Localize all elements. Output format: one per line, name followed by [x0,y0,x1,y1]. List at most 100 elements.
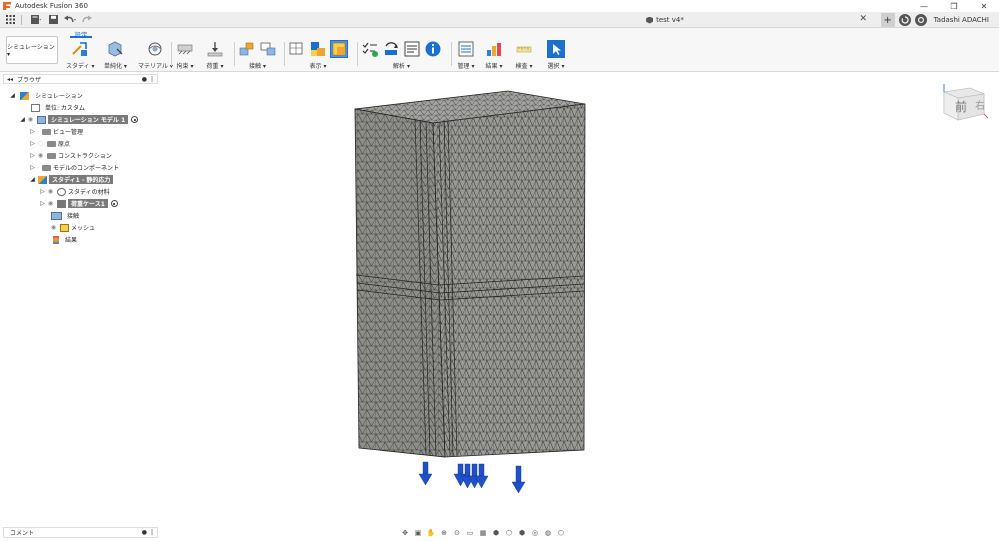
section-icon[interactable]: ◎ [530,528,540,538]
tree-label: コンストラクション [58,153,112,160]
simplify-label: 単純化 ▾ [104,63,127,70]
user-name[interactable]: Tadashi ADACHI [934,16,989,24]
inspect-group[interactable]: 検査 ▾ [515,38,533,70]
undo-icon[interactable] [63,13,77,27]
visibility-eye-icon[interactable]: ◉ [36,152,45,159]
select-group[interactable]: 選択 ▾ [547,38,565,70]
visibility-eye-icon[interactable]: ◉ [46,200,55,207]
results-group[interactable]: 結果 ▾ [485,38,503,70]
loads-group[interactable]: 荷重 ▾ [206,38,224,70]
browser-header[interactable]: ◂◂ ブラウザ ● | [3,74,158,84]
tree-root-simulation[interactable]: ◢ シミュレーション [9,90,83,101]
folder-icon [42,164,51,171]
expanded-arrow-icon[interactable]: ◢ [19,116,26,123]
select-label: 選択 ▾ [547,63,565,70]
collapsed-arrow-icon[interactable]: ▷ [29,128,36,135]
contacts-group[interactable]: 接触 ▾ [238,38,277,70]
separator [451,42,452,66]
activate-radio[interactable] [131,116,139,123]
browser-title: ブラウザ [17,76,42,84]
tree-origin[interactable]: ▷ ○ 原点 [29,138,70,149]
tree-results[interactable]: 結果 [49,234,77,245]
pin-panel-icon[interactable]: ● [142,76,147,83]
constraints-group[interactable]: 拘束 ▾ [176,38,194,70]
new-tab-button[interactable]: + [880,13,895,27]
shaded-cube-icon[interactable]: ⬢ [491,528,501,538]
maximize-button[interactable]: ❐ [939,0,969,12]
fit-icon[interactable]: ⊙ [452,528,462,538]
info-icon [424,40,442,58]
comments-panel[interactable]: コメント ● | [3,527,158,538]
look-at-icon[interactable]: ▣ [413,528,423,538]
view-cube-toggle-icon[interactable]: ⬡ [556,528,566,538]
collapse-panel-icon[interactable]: ◂◂ [7,76,13,83]
tree-load-case-1[interactable]: ▷ ◉ 荷重ケース1 [39,198,118,209]
workspace-switcher-button[interactable]: シミュレーション ▾ [6,36,58,64]
tab-setup[interactable]: 設定 [70,29,92,39]
display-group[interactable]: 表示 ▾ [288,38,348,70]
separator [21,14,22,25]
report-icon [403,40,421,58]
tree-simulation-model[interactable]: ◢ ◉ シミュレーション モデル 1 [19,114,139,125]
collapsed-arrow-icon[interactable]: ▷ [29,152,36,159]
document-tab[interactable]: test v4* ✕ [455,13,875,27]
redo-icon[interactable] [80,13,94,27]
zoom-icon[interactable]: ⊕ [439,528,449,538]
tree-study-1[interactable]: ◢ スタディ1 - 静的応力 [29,174,114,185]
expanded-arrow-icon[interactable]: ◢ [29,176,36,183]
model-front-face [354,108,446,458]
manage-group[interactable]: 管理 ▾ [457,38,475,70]
tree-construction[interactable]: ▷ ◉ コンストラクション [29,150,112,161]
document-icon [646,16,654,24]
mesh-icon [60,223,69,232]
simplify-group[interactable]: 単純化 ▾ [104,38,127,70]
meshed-model-viewport[interactable] [340,90,610,500]
grid-settings-icon[interactable]: ▦ [478,528,488,538]
materials-group[interactable]: マテリアル ▾ [138,38,173,70]
tree-named-views[interactable]: ▷ ビュー管理 [29,126,83,137]
save-icon[interactable] [46,13,60,27]
shaded-view-icon [309,40,327,58]
wireframe-cube-icon[interactable]: ⬡ [504,528,514,538]
loads-label: 荷重 ▾ [206,63,224,70]
panel-divider-icon[interactable]: | [151,529,153,536]
study-group[interactable]: スタディ ▾ [66,38,95,70]
tree-model-components[interactable]: ▷ モデルのコンポーネント [29,162,119,173]
orbit-icon[interactable]: ✥ [400,528,410,538]
display-settings-icon[interactable]: ▭ [465,528,475,538]
tree-study-materials[interactable]: ▷ ◉ スタディの材料 [39,186,110,197]
materials-icon [146,40,164,58]
add-comment-icon[interactable]: ● [142,529,147,536]
solve-group[interactable]: 解析 ▾ [361,38,442,70]
tree-contacts[interactable]: 接触 [49,210,79,221]
tree-mesh[interactable]: ◉ メッシュ [49,222,95,233]
manage-label: 管理 ▾ [457,63,475,70]
visibility-eye-icon[interactable]: ○ [36,140,45,147]
visibility-eye-icon[interactable]: ◉ [49,224,58,231]
activate-radio[interactable] [110,200,118,207]
tree-label: 結果 [65,237,78,244]
close-tab-icon[interactable]: ✕ [859,14,867,24]
environment-icon[interactable]: ◍ [543,528,553,538]
job-status-icon[interactable] [898,14,911,26]
close-window-button[interactable]: ✕ [969,0,999,12]
app-grid-icon[interactable] [3,13,17,27]
collapsed-arrow-icon[interactable]: ▷ [29,164,36,171]
material-icon [57,187,66,196]
panel-divider-icon[interactable]: | [151,76,153,83]
notifications-icon[interactable] [914,14,927,26]
title-bar: Autodesk Fusion 360 — ❐ ✕ [0,0,999,12]
minimize-button[interactable]: — [909,0,939,12]
visibility-eye-icon[interactable]: ◉ [46,188,55,195]
visibility-eye-icon[interactable]: ◉ [26,116,35,123]
collapsed-arrow-icon[interactable]: ▷ [39,200,46,207]
mesh-cube-icon[interactable]: ⬢ [517,528,527,538]
tree-units[interactable]: 単位: カスタム [29,102,85,113]
collapsed-arrow-icon[interactable]: ▷ [39,188,46,195]
file-menu-icon[interactable] [29,13,43,27]
browser-panel: ◂◂ ブラウザ ● | ◢ シミュレーション 単位: カスタム ◢ ◉ シミュレ… [3,74,158,252]
expanded-arrow-icon[interactable]: ◢ [9,92,16,99]
collapsed-arrow-icon[interactable]: ▷ [29,140,36,147]
viewcube[interactable]: 前 右 [940,82,990,127]
pan-icon[interactable]: ✋ [426,528,436,538]
